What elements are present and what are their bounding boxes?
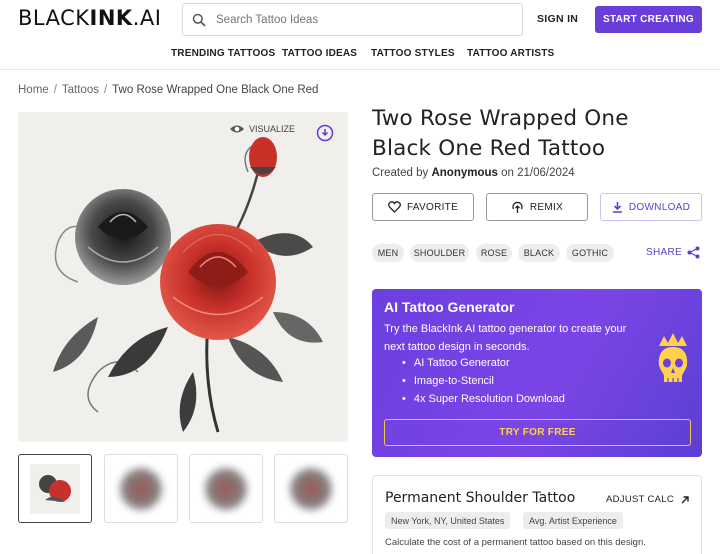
download-icon: [612, 202, 622, 213]
thumbnail-3-locked[interactable]: [189, 454, 263, 523]
promo-feature: Image-to-Stencil: [402, 372, 565, 390]
eye-icon: [230, 125, 244, 133]
breadcrumb-tattoos[interactable]: Tattoos: [62, 84, 99, 96]
remix-icon: [512, 201, 523, 213]
start-creating-button[interactable]: START CREATING: [595, 6, 702, 33]
arrow-up-right-icon: [681, 495, 689, 503]
download-circle-icon[interactable]: [316, 124, 334, 142]
tag-shoulder[interactable]: SHOULDER: [410, 244, 469, 262]
nav-tattoo-ideas[interactable]: TATTOO IDEAS: [282, 48, 357, 59]
visualize-button[interactable]: VISUALIZE: [229, 124, 295, 134]
nav-tattoo-artists[interactable]: TATTOO ARTISTS: [467, 48, 554, 59]
breadcrumb-current: Two Rose Wrapped One Black One Red: [112, 84, 319, 96]
experience-chip[interactable]: Avg. Artist Experience: [523, 512, 623, 529]
tag-black[interactable]: BLACK: [518, 244, 560, 262]
favorite-button[interactable]: FAVORITE: [372, 193, 474, 221]
download-button[interactable]: DOWNLOAD: [600, 193, 702, 221]
location-chip[interactable]: New York, NY, United States: [385, 512, 511, 529]
thumbnail-2-locked[interactable]: [104, 454, 178, 523]
nav-tattoo-styles[interactable]: TATTOO STYLES: [371, 48, 455, 59]
rose-tattoo-illustration: [53, 137, 323, 433]
ai-generator-promo: AI Tattoo Generator Try the BlackInk AI …: [372, 289, 702, 457]
rose-thumbnail-icon: [30, 463, 80, 514]
heart-icon: [387, 201, 401, 213]
main-nav: TRENDING TATTOOS TATTOO IDEAS TATTOO STY…: [0, 48, 720, 64]
promo-title: AI Tattoo Generator: [384, 299, 515, 315]
nav-trending-tattoos[interactable]: TRENDING TATTOOS: [171, 48, 275, 59]
adjust-calc-button[interactable]: ADJUST CALC: [606, 494, 690, 505]
promo-feature: 4x Super Resolution Download: [402, 390, 565, 408]
search-bar[interactable]: [182, 3, 523, 36]
calc-note: Calculate the cost of a permanent tattoo…: [385, 537, 646, 548]
breadcrumb-home[interactable]: Home: [18, 84, 49, 96]
search-input[interactable]: [216, 13, 496, 26]
search-icon: [192, 13, 206, 27]
tag-men[interactable]: MEN: [372, 244, 404, 262]
tattoo-image[interactable]: [18, 112, 348, 442]
thumbnail-4-locked[interactable]: [274, 454, 348, 523]
logo[interactable]: BLACKINK.AI: [18, 6, 161, 30]
tag-gothic[interactable]: GOTHIC: [566, 244, 614, 262]
header: BLACKINK.AI SIGN IN START CREATING: [0, 0, 720, 38]
author-name[interactable]: Anonymous: [431, 167, 497, 179]
thumbnail-1[interactable]: [18, 454, 92, 523]
visualize-label: VISUALIZE: [249, 124, 296, 134]
price-calculator-card: Permanent Shoulder Tattoo ADJUST CALC Ne…: [372, 475, 702, 554]
promo-description: Try the BlackInk AI tattoo generator to …: [384, 323, 627, 353]
divider: [0, 69, 720, 70]
remix-button[interactable]: REMIX: [486, 193, 588, 221]
page-title: Two Rose Wrapped One Black One Red Tatto…: [372, 106, 629, 161]
sign-in-link[interactable]: SIGN IN: [537, 13, 578, 25]
promo-features: AI Tattoo Generator Image-to-Stencil 4x …: [402, 354, 565, 408]
share-icon: [687, 246, 700, 259]
created-date: 21/06/2024: [517, 167, 575, 179]
created-by: Created by Anonymous on 21/06/2024: [372, 167, 575, 179]
crowned-skull-icon: [658, 333, 688, 382]
calc-title: Permanent Shoulder Tattoo: [385, 490, 576, 506]
promo-feature: AI Tattoo Generator: [402, 354, 565, 372]
share-button[interactable]: SHARE: [646, 246, 700, 259]
breadcrumb: Home / Tattoos / Two Rose Wrapped One Black …: [18, 84, 319, 96]
try-for-free-button[interactable]: TRY FOR FREE: [384, 419, 691, 446]
tag-rose[interactable]: ROSE: [476, 244, 512, 262]
